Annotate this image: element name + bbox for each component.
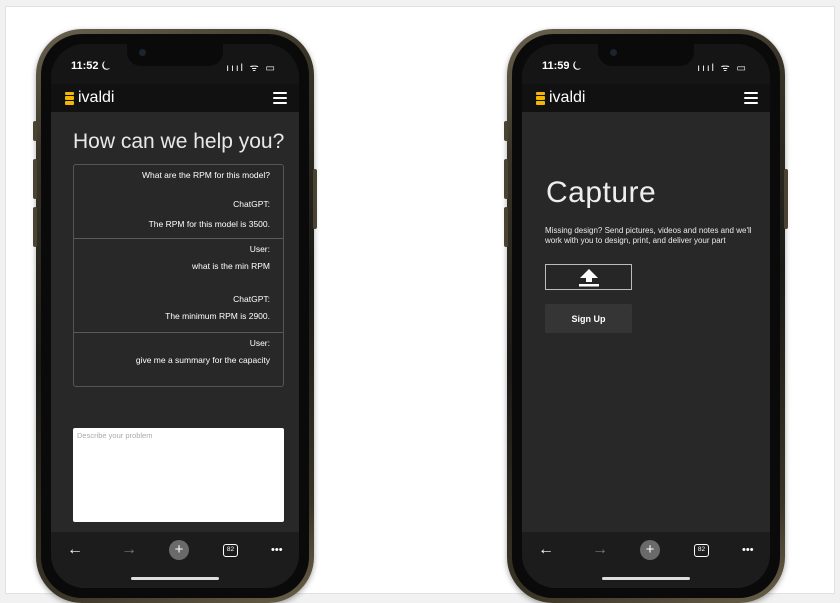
chat-text: The minimum RPM is 2900.	[165, 311, 270, 321]
home-indicator	[131, 577, 219, 580]
brand-logo[interactable]: ivaldi	[536, 89, 585, 107]
volume-down-button	[33, 207, 37, 247]
chat-text: what is the min RPM	[192, 261, 270, 271]
ivaldi-logo-icon	[65, 91, 74, 105]
brand-name: ivaldi	[549, 89, 586, 106]
page-title: How can we help you?	[73, 130, 285, 153]
chat-message-2: User: what is the min RPM ChatGPT: The m…	[74, 239, 283, 333]
mute-switch	[504, 121, 508, 141]
phone-left: 11:52 ⏾ ıııl ᯤ ▭ ivaldi How can we help …	[33, 29, 317, 603]
upload-icon	[579, 269, 599, 287]
chat-history: What are the RPM for this model? ChatGPT…	[73, 164, 284, 387]
mute-switch	[33, 121, 37, 141]
chat-speaker: User:	[249, 244, 270, 254]
ivaldi-logo-icon	[536, 91, 545, 105]
sign-up-button[interactable]: Sign Up	[545, 304, 632, 333]
back-arrow-icon[interactable]: ←	[538, 542, 554, 558]
hamburger-menu-icon[interactable]	[273, 92, 287, 104]
page-title: Capture	[546, 176, 657, 209]
volume-up-button	[504, 159, 508, 199]
upload-button[interactable]	[545, 264, 632, 290]
capture-description: Missing design? Send pictures, videos an…	[545, 226, 752, 245]
home-indicator	[602, 577, 690, 580]
status-time: 11:59 ⏾	[542, 60, 582, 72]
phone-screen: 11:52 ⏾ ıııl ᯤ ▭ ivaldi How can we help …	[51, 44, 299, 588]
chat-text: What are the RPM for this model?	[141, 170, 270, 180]
chat-message-1: What are the RPM for this model? ChatGPT…	[74, 165, 283, 239]
status-icons: ıııl ᯤ ▭	[697, 63, 748, 74]
volume-down-button	[504, 207, 508, 247]
back-arrow-icon[interactable]: ←	[67, 542, 83, 558]
power-button	[313, 169, 317, 229]
app-header: ivaldi	[51, 84, 299, 112]
app-header: ivaldi	[522, 84, 770, 112]
plus-icon[interactable]: +	[640, 540, 660, 560]
chat-speaker: ChatGPT:	[233, 294, 270, 304]
phone-bezel: 11:52 ⏾ ıııl ᯤ ▭ ivaldi How can we help …	[41, 34, 309, 598]
forward-arrow-icon[interactable]: →	[121, 542, 137, 558]
more-icon[interactable]: •••	[271, 542, 283, 558]
power-button	[784, 169, 788, 229]
hamburger-menu-icon[interactable]	[744, 92, 758, 104]
brand-name: ivaldi	[78, 89, 115, 106]
volume-up-button	[33, 159, 37, 199]
chat-text: give me a summary for the capacity	[135, 355, 270, 365]
camera-icon	[139, 49, 146, 56]
chat-message-3: User: give me a summary for the capacity	[74, 333, 283, 387]
status-icons: ıııl ᯤ ▭	[226, 63, 277, 74]
chat-speaker: User:	[249, 338, 270, 348]
problem-description-input[interactable]	[73, 428, 284, 522]
browser-toolbar: ← → + 82 •••	[522, 532, 770, 588]
phone-bezel: 11:59 ⏾ ıııl ᯤ ▭ ivaldi Capture Missing …	[512, 34, 780, 598]
browser-toolbar: ← → + 82 •••	[51, 532, 299, 588]
plus-icon[interactable]: +	[169, 540, 189, 560]
camera-icon	[610, 49, 617, 56]
phone-right: 11:59 ⏾ ıııl ᯤ ▭ ivaldi Capture Missing …	[504, 29, 788, 603]
problem-description-box	[73, 428, 284, 522]
chat-text: The RPM for this model is 3500.	[148, 219, 270, 229]
more-icon[interactable]: •••	[742, 542, 754, 558]
screenshot-frame: 11:52 ⏾ ıııl ᯤ ▭ ivaldi How can we help …	[5, 6, 835, 603]
status-time: 11:52 ⏾	[71, 60, 111, 72]
tab-count-icon[interactable]: 82	[694, 544, 709, 557]
chat-speaker: ChatGPT:	[233, 199, 270, 209]
forward-arrow-icon[interactable]: →	[592, 542, 608, 558]
tab-count-icon[interactable]: 82	[223, 544, 238, 557]
brand-logo[interactable]: ivaldi	[65, 89, 114, 107]
phone-screen: 11:59 ⏾ ıııl ᯤ ▭ ivaldi Capture Missing …	[522, 44, 770, 588]
